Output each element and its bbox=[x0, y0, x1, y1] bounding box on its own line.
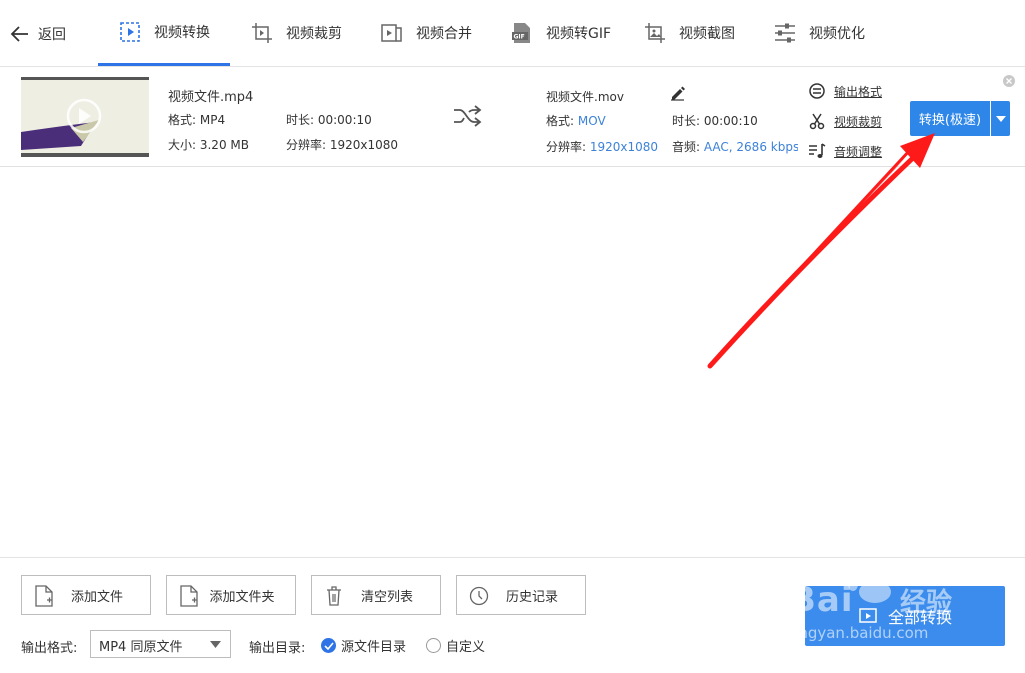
video-convert-icon bbox=[120, 21, 140, 42]
output-format-select[interactable]: MP4 同原文件 bbox=[90, 630, 231, 658]
file-list-item: 视频文件.mp4 格式: MP4 时长: 00:00:10 大小: 3.20 M… bbox=[0, 67, 1025, 167]
source-duration: 时长: 00:00:10 bbox=[286, 113, 372, 127]
tab-video-crop[interactable]: 视频裁剪 bbox=[250, 0, 342, 66]
tab-label: 视频裁剪 bbox=[286, 26, 342, 42]
history-button[interactable]: 历史记录 bbox=[456, 575, 586, 615]
tab-video-gif[interactable]: GIF 视频转GIF bbox=[510, 0, 611, 66]
tab-label: 视频优化 bbox=[809, 26, 865, 42]
dir-source-radio[interactable]: 源文件目录 bbox=[321, 636, 406, 655]
screenshot-icon bbox=[645, 23, 665, 43]
video-merge-icon bbox=[381, 24, 402, 42]
bottom-toolbar: 添加文件 添加文件夹 清空列表 历史记录 输出格式: MP4 同原文件 输出目录… bbox=[0, 557, 1025, 673]
output-format-value: MOV bbox=[577, 114, 606, 128]
output-dir-label: 输出目录: bbox=[249, 641, 306, 656]
convert-all-button[interactable]: 全部转换 bbox=[805, 586, 1005, 646]
convert-fast-button[interactable]: 转换(极速) bbox=[910, 101, 990, 136]
gif-icon: GIF bbox=[512, 23, 530, 43]
output-format-selected: MP4 同原文件 bbox=[99, 640, 183, 655]
back-button[interactable]: 返回 bbox=[10, 24, 66, 44]
tab-video-optimize[interactable]: 视频优化 bbox=[773, 0, 865, 66]
video-crop-link-label: 视频裁剪 bbox=[834, 114, 883, 129]
scissors-icon bbox=[809, 113, 825, 130]
dir-source-label: 源文件目录 bbox=[341, 640, 407, 655]
tab-label: 视频转GIF bbox=[546, 26, 612, 42]
caret-down-icon bbox=[210, 641, 221, 648]
video-crop-link[interactable]: 视频裁剪 bbox=[808, 112, 882, 130]
video-thumbnail[interactable] bbox=[21, 77, 149, 157]
back-label: 返回 bbox=[38, 27, 66, 43]
convert-options-dropdown[interactable] bbox=[991, 101, 1010, 136]
tab-label: 视频截图 bbox=[679, 26, 735, 42]
output-duration: 时长: 00:00:10 bbox=[672, 114, 758, 128]
convert-all-label: 全部转换 bbox=[887, 608, 952, 627]
output-format-link[interactable]: 输出格式 bbox=[808, 82, 882, 100]
tab-video-merge[interactable]: 视频合并 bbox=[380, 0, 472, 66]
radio-checked-icon bbox=[321, 638, 336, 653]
source-file-name: 视频文件.mp4 bbox=[168, 90, 254, 105]
arrow-left-icon bbox=[10, 26, 28, 42]
tab-label: 视频合并 bbox=[416, 26, 472, 42]
tab-video-screenshot[interactable]: 视频截图 bbox=[643, 0, 735, 66]
music-note-icon bbox=[809, 143, 826, 158]
sliders-icon bbox=[775, 23, 795, 43]
output-resolution: 分辨率: 1920x1080 bbox=[546, 138, 658, 155]
source-format: 格式: MP4 bbox=[168, 113, 226, 127]
history-label: 历史记录 bbox=[505, 589, 558, 605]
dir-custom-label: 自定义 bbox=[446, 640, 486, 655]
output-audio-value: AAC, 2686 kbps bbox=[703, 140, 798, 154]
shuffle-icon bbox=[454, 105, 482, 127]
output-file-name: 视频文件.mov bbox=[546, 90, 624, 104]
output-resolution-key: 分辨率: bbox=[546, 140, 590, 154]
output-resolution-value: 1920x1080 bbox=[589, 140, 659, 154]
clear-list-button[interactable]: 清空列表 bbox=[311, 575, 441, 615]
add-folder-button[interactable]: 添加文件夹 bbox=[166, 575, 296, 615]
output-format: 格式: MOV bbox=[546, 112, 606, 129]
tab-label: 视频转换 bbox=[154, 24, 210, 41]
dir-custom-radio[interactable]: 自定义 bbox=[426, 636, 485, 655]
add-file-button[interactable]: 添加文件 bbox=[21, 575, 151, 615]
output-format-label: 输出格式: bbox=[21, 641, 78, 656]
radio-unchecked-icon bbox=[426, 638, 441, 653]
remove-file-icon[interactable] bbox=[1003, 75, 1015, 87]
output-audio-key: 音频: bbox=[672, 140, 704, 154]
add-folder-label: 添加文件夹 bbox=[209, 589, 275, 605]
format-settings-icon bbox=[809, 83, 825, 99]
convert-all-icon bbox=[859, 608, 877, 623]
source-resolution: 分辨率: 1920x1080 bbox=[286, 138, 399, 152]
video-thumbnail-image bbox=[21, 80, 149, 153]
svg-text:GIF: GIF bbox=[514, 34, 525, 41]
top-nav: 返回 视频转换 视频裁剪 视频合并 GIF 视频转GIF 视频截图 视频优化 bbox=[0, 0, 1025, 67]
output-format-key: 格式: bbox=[546, 114, 578, 128]
edit-pencil-icon[interactable] bbox=[670, 85, 686, 101]
caret-down-icon bbox=[995, 115, 1006, 122]
audio-adjust-link-label: 音频调整 bbox=[834, 144, 883, 159]
output-audio: 音频: AAC, 2686 kbps bbox=[672, 138, 798, 155]
source-size: 大小: 3.20 MB bbox=[168, 138, 249, 152]
add-file-label: 添加文件 bbox=[70, 589, 123, 605]
tab-video-convert[interactable]: 视频转换 bbox=[98, 0, 230, 66]
audio-adjust-link[interactable]: 音频调整 bbox=[808, 142, 882, 160]
video-crop-icon bbox=[252, 23, 272, 43]
output-format-link-label: 输出格式 bbox=[834, 84, 883, 99]
clear-list-label: 清空列表 bbox=[360, 589, 413, 605]
